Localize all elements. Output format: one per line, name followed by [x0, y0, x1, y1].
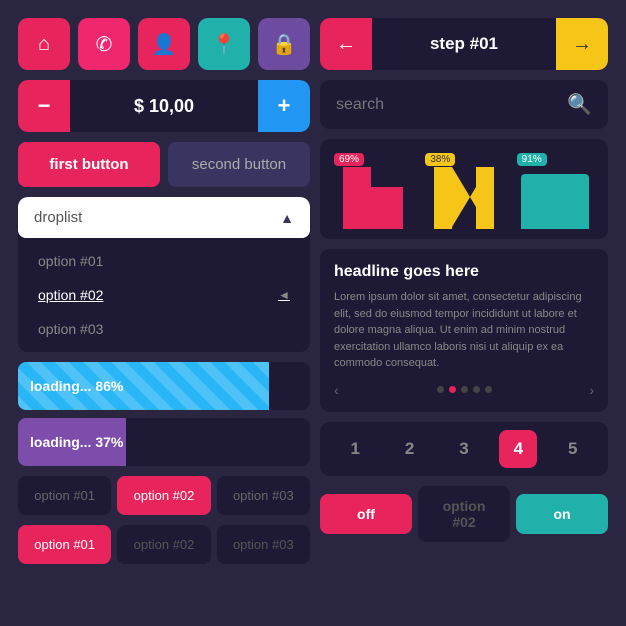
chart-bar-yellow: 38%: [421, 157, 506, 229]
dot-3[interactable]: [461, 386, 468, 393]
pink-chart-svg: [343, 157, 403, 229]
page-3[interactable]: 3: [445, 430, 483, 468]
chart-item-2: 38%: [421, 149, 506, 229]
progress-fill-purple: loading... 37%: [18, 418, 126, 466]
progress-bar-blue: loading... 86%: [18, 362, 310, 410]
page-5[interactable]: 5: [554, 430, 592, 468]
chart-badge-1: 69%: [334, 153, 364, 166]
options-row-2: option #01 option #02 option #03: [18, 525, 310, 564]
second-button[interactable]: second button: [168, 142, 310, 187]
option-arrow-icon: ◄: [278, 288, 290, 302]
search-input[interactable]: [336, 96, 557, 114]
droplist-arrow-icon: ▲: [280, 210, 294, 226]
article-card: headline goes here Lorem ipsum dolor sit…: [320, 249, 608, 412]
article-title: headline goes here: [334, 263, 594, 281]
search-bar: 🔍: [320, 80, 608, 129]
article-next-button[interactable]: ›: [589, 382, 594, 398]
step-back-button[interactable]: ←: [320, 18, 372, 70]
yellow-chart-svg: [434, 157, 494, 229]
progress-section: loading... 86% loading... 37%: [18, 362, 310, 466]
article-prev-button[interactable]: ‹: [334, 382, 339, 398]
dot-2[interactable]: [449, 386, 456, 393]
droplist-header[interactable]: droplist ▲: [18, 197, 310, 238]
step-label: step #01: [372, 34, 556, 54]
droplist-label: droplist: [34, 209, 82, 226]
options-row-1: option #01 option #02 option #03: [18, 476, 310, 515]
charts-section: 69% 38%: [320, 139, 608, 239]
progress-fill-blue: loading... 86%: [18, 362, 269, 410]
toggle-on-button[interactable]: on: [516, 494, 608, 534]
opt2-btn3[interactable]: option #03: [217, 525, 310, 564]
page-4[interactable]: 4: [499, 430, 537, 468]
opt1-btn1[interactable]: option #01: [18, 476, 111, 515]
dot-5[interactable]: [485, 386, 492, 393]
chart-item-1: 69%: [330, 149, 415, 229]
article-navigation: ‹ ›: [334, 382, 594, 398]
counter-plus-button[interactable]: +: [258, 80, 310, 132]
lock-button[interactable]: 🔒: [258, 18, 310, 70]
droplist-option-2[interactable]: option #02 ◄: [18, 278, 310, 312]
opt1-btn2[interactable]: option #02: [117, 476, 210, 515]
droplist-container: droplist ▲ option #01 option #02 ◄ optio…: [18, 197, 310, 352]
progress-label-blue: loading... 86%: [30, 378, 123, 394]
step-forward-button[interactable]: →: [556, 18, 608, 70]
toggle-row: off option #02 on: [320, 486, 608, 542]
opt2-btn1[interactable]: option #01: [18, 525, 111, 564]
teal-bar: [521, 174, 589, 229]
pagination: 1 2 3 4 5: [320, 422, 608, 476]
progress-bar-purple: loading... 37%: [18, 418, 310, 466]
counter-minus-button[interactable]: −: [18, 80, 70, 132]
chart-item-3: 91%: [513, 149, 598, 229]
page-2[interactable]: 2: [391, 430, 429, 468]
location-button[interactable]: 📍: [198, 18, 250, 70]
option-label: option #02: [38, 287, 103, 303]
toggle-off-button[interactable]: off: [320, 494, 412, 534]
chart-badge-3: 91%: [517, 153, 547, 166]
counter-row: − $ 10,00 +: [18, 80, 310, 132]
opt1-btn3[interactable]: option #03: [217, 476, 310, 515]
chart-badge-2: 38%: [425, 153, 455, 166]
progress-label-purple: loading... 37%: [30, 434, 123, 450]
chart-bar-pink: 69%: [330, 157, 415, 229]
toggle-mid-button[interactable]: option #02: [418, 486, 510, 542]
phone-button[interactable]: ✆: [78, 18, 130, 70]
dot-4[interactable]: [473, 386, 480, 393]
opt2-btn2[interactable]: option #02: [117, 525, 210, 564]
page-1[interactable]: 1: [336, 430, 374, 468]
article-body: Lorem ipsum dolor sit amet, consectetur …: [334, 289, 594, 372]
droplist-options: option #01 option #02 ◄ option #03: [18, 238, 310, 352]
droplist-option-1[interactable]: option #01: [18, 244, 310, 278]
action-buttons: first button second button: [18, 142, 310, 187]
step-navigator: ← step #01 →: [320, 18, 608, 70]
droplist-option-3[interactable]: option #03: [18, 312, 310, 346]
article-dots: [437, 386, 492, 393]
chart-bar-teal: 91%: [513, 157, 598, 229]
user-button[interactable]: 👤: [138, 18, 190, 70]
first-button[interactable]: first button: [18, 142, 160, 187]
counter-value: $ 10,00: [70, 96, 258, 117]
search-icon: 🔍: [567, 92, 592, 117]
home-button[interactable]: ⌂: [18, 18, 70, 70]
icon-row: ⌂ ✆ 👤 📍 🔒: [18, 18, 310, 70]
dot-1[interactable]: [437, 386, 444, 393]
